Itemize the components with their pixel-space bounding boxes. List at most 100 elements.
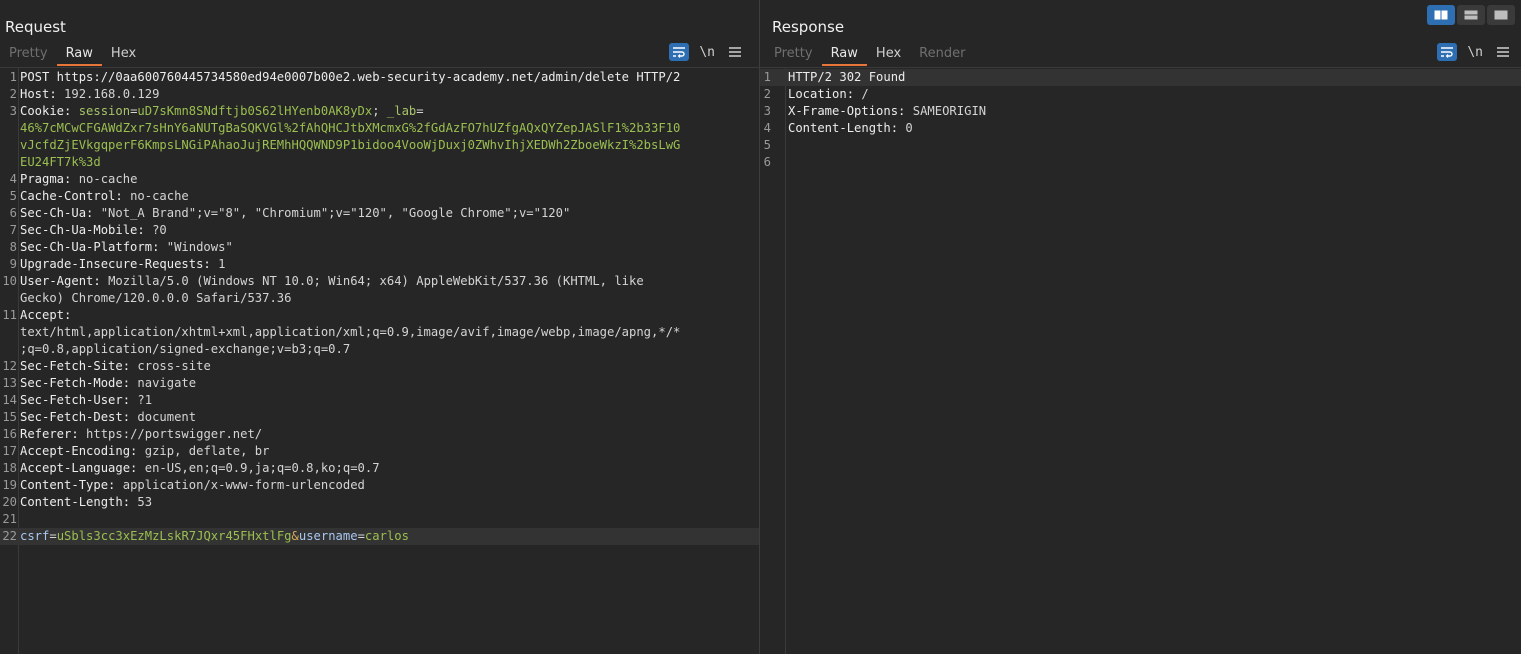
layout-side-by-side-icon[interactable] — [1427, 5, 1455, 25]
line-number: 6 — [9, 206, 17, 220]
token: application/x-www-form-urlencoded — [122, 478, 365, 492]
code-line: 21 — [0, 511, 759, 528]
token: Content-Length: — [788, 121, 906, 135]
token: no-cache — [130, 189, 189, 203]
request-tab-hex[interactable]: Hex — [102, 42, 145, 66]
token: Sec-Fetch-Dest: — [20, 410, 138, 424]
token: username — [298, 529, 358, 543]
code-line: 2 Location: / — [760, 86, 1521, 103]
token: document — [137, 410, 197, 424]
code-line: 19 Content-Type: application/x-www-form-u… — [0, 477, 759, 494]
response-tabs: Pretty Raw Hex Render — [765, 42, 974, 66]
code-line: 17 Accept-Encoding: gzip, deflate, br — [0, 443, 759, 460]
token: 1 — [218, 257, 226, 271]
response-lines: 1 HTTP/2 302 Found 2 Location: / 3 X-Frame-Op… — [760, 69, 1521, 171]
line-content: Sec-Fetch-Dest: document — [20, 409, 196, 426]
code-line: 20 Content-Length: 53 — [0, 494, 759, 511]
line-number: 5 — [9, 189, 17, 203]
code-line: 1 POST https://0aa600760445734580ed94e000… — [0, 69, 759, 86]
response-title: Response — [772, 18, 845, 36]
line-number: 4 — [763, 121, 771, 135]
line-content: Sec-Fetch-User: ?1 — [20, 392, 152, 409]
token: X-Frame-Options: — [788, 104, 913, 118]
request-pane: Request Pretty Raw Hex \n 1 POST https://… — [0, 0, 759, 654]
code-line: 10 User-Agent: Mozilla/5.0 (Windows NT 10… — [0, 273, 759, 290]
line-content: Host: 192.168.0.129 — [20, 86, 159, 103]
line-content: Location: / — [788, 86, 869, 103]
token: Host: — [20, 87, 65, 101]
token: HTTP/2 302 Found — [788, 70, 906, 84]
line-content: X-Frame-Options: SAMEORIGIN — [788, 103, 986, 120]
code-line: 16 Referer: https://portswigger.net/ — [0, 426, 759, 443]
code-line: ;q=0.8,application/signed-exchange;v=b3;… — [0, 341, 759, 358]
response-tab-raw[interactable]: Raw — [821, 42, 868, 66]
line-content: Sec-Fetch-Mode: navigate — [20, 375, 196, 392]
token: "Windows" — [166, 240, 233, 254]
code-line: 13 Sec-Fetch-Mode: navigate — [0, 375, 759, 392]
request-toolbar: \n — [669, 43, 745, 61]
line-number: 8 — [9, 240, 17, 254]
line-number: 3 — [763, 104, 771, 118]
code-line: 2 Host: 192.168.0.129 — [0, 86, 759, 103]
code-line: Gecko) Chrome/120.0.0.0 Safari/537.36 — [0, 290, 759, 307]
code-line: 6 Sec-Ch-Ua: "Not_A Brand";v="8", "Chromi… — [0, 205, 759, 222]
token: Location: — [788, 87, 862, 101]
line-number: 18 — [2, 461, 17, 475]
line-content: POST https://0aa600760445734580ed94e0007… — [20, 69, 680, 86]
code-line: 9 Upgrade-Insecure-Requests: 1 — [0, 256, 759, 273]
line-number: 16 — [2, 427, 17, 441]
token: Cache-Control: — [20, 189, 131, 203]
token: ;q=0.8,application/signed-exchange;v=b3;… — [20, 342, 351, 356]
line-content: Pragma: no-cache — [20, 171, 137, 188]
request-tab-pretty[interactable]: Pretty — [0, 42, 57, 66]
code-line: EU24FT7k%3d — [0, 154, 759, 171]
line-content: Sec-Ch-Ua: "Not_A Brand";v="8", "Chromiu… — [20, 205, 570, 222]
code-line: 8 Sec-Ch-Ua-Platform: "Windows" — [0, 239, 759, 256]
code-line: 4 Pragma: no-cache — [0, 171, 759, 188]
request-tab-raw[interactable]: Raw — [56, 42, 103, 66]
line-number: 7 — [9, 223, 17, 237]
show-newlines-button[interactable]: \n — [1467, 45, 1483, 60]
token: uD7sKmn8SNdftjb0S62lHYenb0AK8yDx — [137, 104, 373, 118]
line-content: Accept-Language: en-US,en;q=0.9,ja;q=0.8… — [20, 460, 380, 477]
layout-switcher — [1427, 5, 1515, 25]
line-content: ;q=0.8,application/signed-exchange;v=b3;… — [20, 341, 350, 358]
code-line: 1 HTTP/2 302 Found — [760, 69, 1521, 86]
line-content: Cookie: session = uD7sKmn8SNdftjb0S62lHYen… — [20, 103, 424, 120]
token: Accept-Language: — [20, 461, 145, 475]
token: ?0 — [152, 223, 167, 237]
response-tab-pretty[interactable]: Pretty — [765, 42, 822, 66]
token: / — [861, 87, 869, 101]
token: = — [49, 529, 57, 543]
show-newlines-button[interactable]: \n — [699, 45, 715, 60]
token: "Not_A Brand";v="8", "Chromium";v="120",… — [100, 206, 571, 220]
request-tabs: Pretty Raw Hex — [0, 42, 145, 66]
token: Accept: — [20, 308, 72, 322]
response-tab-render[interactable]: Render — [910, 42, 974, 66]
token: POST https://0aa600760445734580ed94e0007… — [20, 70, 681, 84]
token: = — [357, 529, 365, 543]
request-editor[interactable]: 1 POST https://0aa600760445734580ed94e000… — [0, 67, 759, 654]
line-content: Cache-Control: no-cache — [20, 188, 189, 205]
word-wrap-icon[interactable] — [1437, 43, 1458, 61]
layout-stacked-icon[interactable] — [1457, 5, 1485, 25]
layout-single-icon[interactable] — [1487, 5, 1515, 25]
code-line: 22 csrf=uSbls3cc3xEzMzLskR7JQxr45FHxtlFg&… — [0, 528, 759, 545]
response-editor[interactable]: 1 HTTP/2 302 Found 2 Location: / 3 X-Frame-Op… — [760, 67, 1521, 654]
menu-icon[interactable] — [725, 43, 745, 61]
code-line: 11 Accept: — [0, 307, 759, 324]
code-line: 46%7cMCwCFGAWdZxr7sHnY6aNUTgBaSQKVGl%2fA… — [0, 120, 759, 137]
code-line: 5 — [760, 137, 1521, 154]
token: cross-site — [137, 359, 211, 373]
response-tab-hex[interactable]: Hex — [867, 42, 910, 66]
token: 0 — [905, 121, 913, 135]
code-line: 5 Cache-Control: no-cache — [0, 188, 759, 205]
line-content: Content-Length: 0 — [788, 120, 913, 137]
token: Cookie: — [20, 104, 79, 118]
menu-icon[interactable] — [1493, 43, 1513, 61]
line-content: Accept: — [20, 307, 71, 324]
line-content: Sec-Ch-Ua-Mobile: ?0 — [20, 222, 167, 239]
token: uSbls3cc3xEzMzLskR7JQxr45FHxtlFg — [56, 529, 292, 543]
line-number: 2 — [9, 87, 17, 101]
word-wrap-icon[interactable] — [669, 43, 690, 61]
